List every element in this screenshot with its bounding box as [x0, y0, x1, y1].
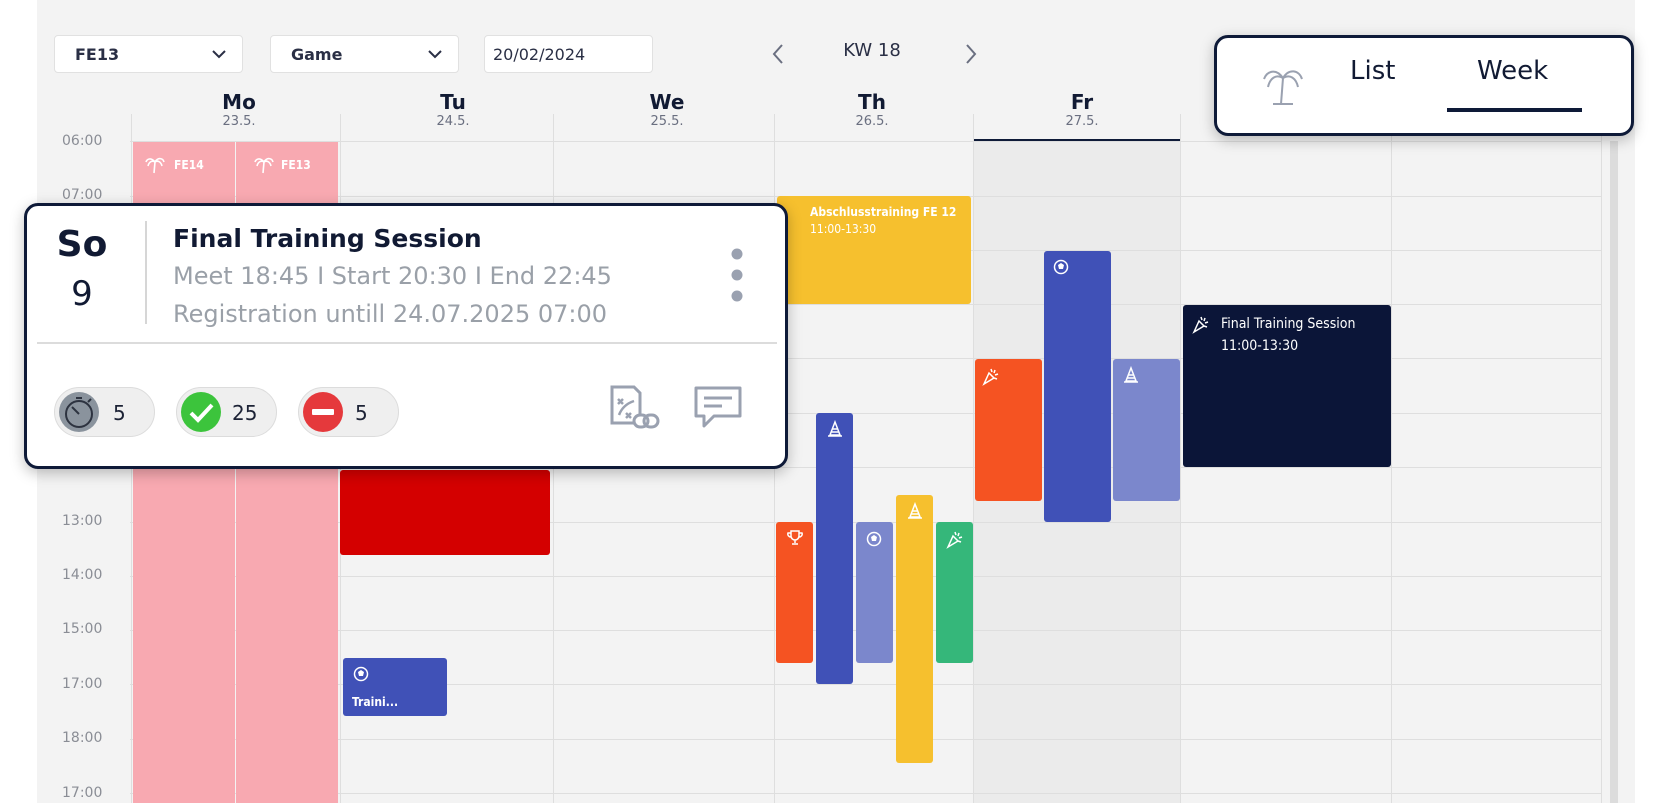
holiday-label: FE13 — [281, 158, 311, 172]
prev-week-button[interactable] — [771, 42, 785, 66]
grid-line — [130, 141, 1602, 142]
declined-count: 5 — [355, 401, 368, 425]
type-select[interactable]: Game — [270, 35, 459, 73]
grid-column-line — [1601, 114, 1602, 803]
time-label: 15:00 — [62, 621, 103, 637]
day-name: Fr — [1070, 90, 1094, 114]
card-times: Meet 18:45 I Start 20:30 I End 22:45 — [173, 262, 612, 290]
grid-column-line — [1180, 114, 1181, 803]
card-separator — [37, 342, 777, 344]
more-options-icon[interactable] — [729, 246, 745, 304]
stopwatch-icon — [59, 392, 99, 432]
palm-tree-icon[interactable] — [1261, 62, 1305, 108]
card-day-abbr: So — [56, 224, 108, 265]
decline-icon — [303, 392, 343, 432]
grid-line — [130, 793, 1602, 794]
team-select[interactable]: FE13 — [54, 35, 243, 73]
tab-list[interactable]: List — [1350, 56, 1395, 86]
day-name: Mo — [222, 90, 256, 114]
time-label: 17:00 — [62, 676, 103, 692]
event-block-blue[interactable] — [816, 413, 853, 684]
card-divider — [145, 221, 147, 324]
event-block-lavender[interactable] — [856, 522, 893, 663]
pending-count-pill[interactable]: 5 — [54, 387, 155, 437]
date-input[interactable]: 20/02/2024 — [484, 35, 653, 73]
event-block-orange[interactable] — [975, 359, 1042, 501]
time-label: 14:00 — [62, 567, 103, 583]
ball-icon — [866, 531, 882, 547]
trophy-icon — [787, 530, 803, 545]
day-date: 26.5. — [855, 114, 889, 129]
event-block-blue[interactable] — [1044, 251, 1111, 522]
type-select-value: Game — [291, 45, 343, 64]
event-block-yellow[interactable] — [896, 495, 933, 763]
training-label: Traini... — [352, 695, 399, 709]
cone-icon — [828, 420, 842, 437]
event-block-green[interactable] — [936, 522, 973, 663]
next-week-button[interactable] — [964, 42, 978, 66]
celebration-icon — [1192, 316, 1209, 334]
palm-tree-icon — [145, 157, 165, 174]
event-detail-card: So 9 Final Training Session Meet 18:45 I… — [24, 203, 788, 469]
cone-icon — [908, 502, 922, 519]
tactics-link-icon[interactable] — [606, 383, 662, 435]
comment-icon[interactable] — [692, 384, 744, 432]
day-header-we[interactable]: We 25.5. — [597, 90, 737, 130]
ball-icon — [353, 666, 369, 682]
day-name: We — [649, 90, 685, 114]
accepted-count: 25 — [232, 401, 258, 425]
accepted-count-pill[interactable]: 25 — [176, 387, 277, 437]
abschluss-event[interactable]: Abschlusstraining FE 12 11:00-13:30 — [777, 196, 971, 304]
card-registration: Registration untill 24.07.2025 07:00 — [173, 300, 608, 328]
grid-column-line — [973, 114, 974, 803]
day-header-fr[interactable]: Fr 27.5. — [1012, 90, 1152, 130]
day-name: Th — [858, 90, 886, 114]
celebration-icon — [946, 531, 963, 549]
final-training-time: 11:00-13:30 — [1221, 338, 1299, 354]
ball-icon — [1053, 259, 1069, 275]
day-date: 27.5. — [1065, 114, 1099, 129]
time-label: 07:00 — [62, 187, 103, 203]
view-toggle: List Week — [1214, 35, 1634, 136]
event-block-orange[interactable] — [776, 522, 813, 663]
palm-tree-icon — [254, 157, 274, 174]
time-label: 06:00 — [62, 133, 103, 149]
day-header-tu[interactable]: Tu 24.5. — [383, 90, 523, 130]
day-header-th[interactable]: Th 26.5. — [802, 90, 942, 130]
training-event[interactable]: Traini... — [343, 658, 447, 716]
day-header-mo[interactable]: Mo 23.5. — [169, 90, 309, 130]
team-select-value: FE13 — [75, 45, 120, 64]
event-block-lavender[interactable] — [1113, 359, 1180, 501]
tab-week[interactable]: Week — [1477, 56, 1548, 86]
holiday-label: FE14 — [174, 158, 204, 172]
time-label: 13:00 — [62, 513, 103, 529]
week-label: KW 18 — [843, 40, 901, 61]
check-icon — [181, 392, 221, 432]
chevron-down-icon — [212, 50, 226, 59]
cone-icon — [1124, 366, 1138, 383]
day-name: Tu — [440, 90, 466, 114]
abschluss-title: Abschlusstraining FE 12 — [810, 205, 957, 219]
day-date: 25.5. — [650, 114, 684, 129]
grid-line — [130, 739, 1602, 740]
declined-count-pill[interactable]: 5 — [298, 387, 399, 437]
final-training-title: Final Training Session — [1221, 316, 1356, 332]
final-training-event[interactable]: Final Training Session 11:00-13:30 — [1183, 305, 1391, 467]
time-label: 17:00 — [62, 785, 103, 801]
pending-count: 5 — [113, 401, 126, 425]
grid-column-line — [1391, 114, 1392, 803]
date-input-value: 20/02/2024 — [493, 45, 586, 64]
chevron-down-icon — [428, 50, 442, 59]
day-date: 24.5. — [436, 114, 470, 129]
day-date: 23.5. — [222, 114, 256, 129]
card-title: Final Training Session — [173, 224, 482, 253]
active-tab-indicator — [1447, 108, 1582, 112]
abschluss-time: 11:00-13:30 — [810, 222, 877, 236]
card-day-number: 9 — [71, 274, 93, 314]
celebration-icon — [982, 368, 999, 386]
event-block-red[interactable] — [340, 470, 550, 555]
scrollbar[interactable] — [1610, 141, 1618, 803]
time-label: 18:00 — [62, 730, 103, 746]
